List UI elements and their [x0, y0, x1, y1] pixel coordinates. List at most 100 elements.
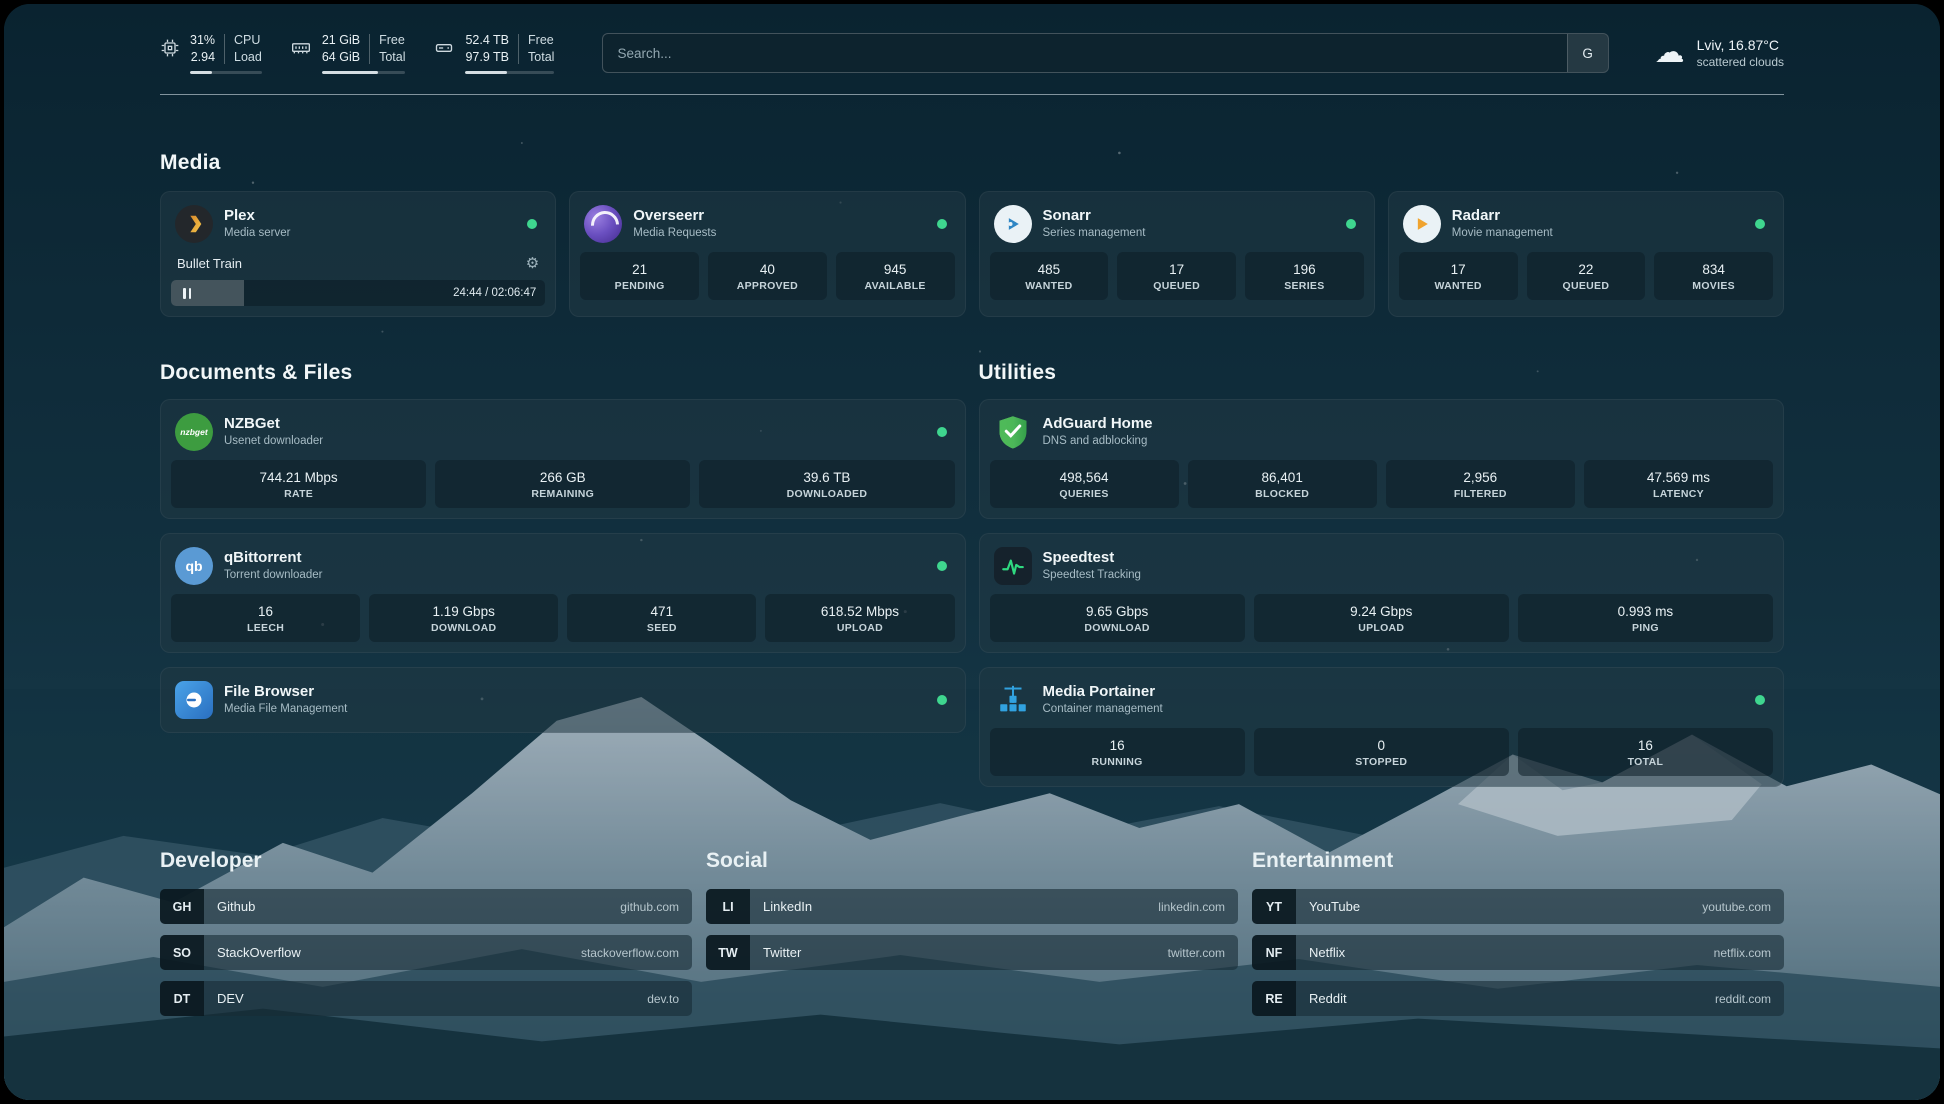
- service-subtitle: Container management: [1043, 702, 1163, 717]
- ram-free-label: Free: [379, 32, 405, 49]
- stat-filtered: 2,956 FILTERED: [1386, 460, 1575, 508]
- stat-leech: 16 LEECH: [171, 594, 360, 642]
- bookmark-domain: twitter.com: [1168, 946, 1238, 960]
- stat-label: UPLOAD: [767, 622, 952, 634]
- bookmark-github[interactable]: GH Github github.com: [160, 889, 692, 924]
- now-playing-title: Bullet Train: [177, 256, 242, 271]
- service-card-overseerr[interactable]: Overseerr Media Requests 21 PENDING 40 A…: [569, 191, 965, 317]
- bookmark-reddit[interactable]: RE Reddit reddit.com: [1252, 981, 1784, 1016]
- service-name: Plex: [224, 207, 290, 225]
- plex-icon: [175, 205, 213, 243]
- dashboard-screen: 31% 2.94 CPU Load: [4, 4, 1940, 1100]
- service-card-qbittorrent[interactable]: qb qBittorrent Torrent downloader 16 LEE…: [160, 533, 966, 653]
- service-card-sonarr[interactable]: Sonarr Series management 485 WANTED 17 Q…: [979, 191, 1375, 317]
- top-bar: 31% 2.94 CPU Load: [160, 4, 1784, 74]
- bookmark-group-social: Social LI LinkedIn linkedin.com TW Twitt…: [706, 849, 1238, 1027]
- bookmark-group-title: Social: [706, 849, 1238, 873]
- stat-value: 17: [1119, 261, 1234, 278]
- disk-total-label: Total: [528, 49, 554, 66]
- stat-wanted: 17 WANTED: [1399, 252, 1518, 300]
- search-input[interactable]: [603, 46, 1566, 61]
- stat-value: 16: [992, 737, 1243, 754]
- bookmark-name: Netflix: [1296, 945, 1345, 960]
- stat-label: APPROVED: [710, 280, 825, 292]
- service-subtitle: Movie management: [1452, 226, 1553, 241]
- stat-value: 471: [569, 603, 754, 620]
- nzbget-icon: nzbget: [175, 413, 213, 451]
- bookmark-groups: Developer GH Github github.com SO StackO…: [160, 849, 1784, 1027]
- playback-progress-bar[interactable]: 24:44 / 02:06:47: [171, 280, 545, 306]
- stat-label: WANTED: [992, 280, 1107, 292]
- stat-value: 16: [1520, 737, 1771, 754]
- bookmark-youtube[interactable]: YT YouTube youtube.com: [1252, 889, 1784, 924]
- bookmark-name: LinkedIn: [750, 899, 812, 914]
- ram-icon: [290, 38, 312, 63]
- bookmark-name: DEV: [204, 991, 244, 1006]
- ram-meter: [322, 71, 406, 74]
- bookmark-domain: reddit.com: [1715, 992, 1784, 1006]
- weather-condition: scattered clouds: [1697, 54, 1784, 70]
- service-card-filebrowser[interactable]: File Browser Media File Management: [160, 667, 966, 733]
- pause-icon[interactable]: [176, 284, 198, 302]
- stat-value: 40: [710, 261, 825, 278]
- stat-value: 21: [582, 261, 697, 278]
- service-name: Speedtest: [1043, 549, 1141, 567]
- service-card-plex[interactable]: Plex Media server Bullet Train ⚙ 24:44 /…: [160, 191, 556, 317]
- stat-running: 16 RUNNING: [990, 728, 1245, 776]
- bookmark-abbr: RE: [1252, 981, 1296, 1016]
- divider: [224, 34, 225, 64]
- stat-value: 834: [1656, 261, 1771, 278]
- bookmark-name: Reddit: [1296, 991, 1347, 1006]
- stat-value: 618.52 Mbps: [767, 603, 952, 620]
- stat-stopped: 0 STOPPED: [1254, 728, 1509, 776]
- stat-label: WANTED: [1401, 280, 1516, 292]
- cpu-label: CPU: [234, 32, 260, 49]
- stat-label: PING: [1520, 622, 1771, 634]
- bookmark-dev[interactable]: DT DEV dev.to: [160, 981, 692, 1016]
- stat-label: DOWNLOAD: [992, 622, 1243, 634]
- section-title-documents: Documents & Files: [160, 361, 966, 385]
- service-name: Radarr: [1452, 207, 1553, 225]
- service-card-portainer[interactable]: Media Portainer Container management 16 …: [979, 667, 1785, 787]
- cpu-widget: 31% 2.94 CPU Load: [160, 32, 262, 74]
- stat-rate: 744.21 Mbps RATE: [171, 460, 426, 508]
- bookmark-stackoverflow[interactable]: SO StackOverflow stackoverflow.com: [160, 935, 692, 970]
- stat-pending: 21 PENDING: [580, 252, 699, 300]
- status-dot: [527, 219, 537, 229]
- service-card-adguard[interactable]: AdGuard Home DNS and adblocking 498,564 …: [979, 399, 1785, 519]
- service-card-speedtest[interactable]: Speedtest Speedtest Tracking 9.65 Gbps D…: [979, 533, 1785, 653]
- cpu-meter: [190, 71, 262, 74]
- stat-remaining: 266 GB REMAINING: [435, 460, 690, 508]
- stat-value: 39.6 TB: [701, 469, 952, 486]
- bookmark-group-developer: Developer GH Github github.com SO StackO…: [160, 849, 692, 1027]
- bookmark-name: Github: [204, 899, 255, 914]
- service-card-radarr[interactable]: Radarr Movie management 17 WANTED 22 QUE…: [1388, 191, 1784, 317]
- bookmark-group-entertainment: Entertainment YT YouTube youtube.com NF …: [1252, 849, 1784, 1027]
- sonarr-icon: [994, 205, 1032, 243]
- ram-widget: 21 GiB 64 GiB Free Total: [290, 32, 406, 74]
- service-name: Media Portainer: [1043, 683, 1163, 701]
- status-dot: [1346, 219, 1356, 229]
- status-dot: [937, 561, 947, 571]
- bookmark-twitter[interactable]: TW Twitter twitter.com: [706, 935, 1238, 970]
- weather-location-temp: Lviv, 16.87°C: [1697, 36, 1779, 54]
- search-provider-button[interactable]: G: [1567, 34, 1608, 72]
- speedtest-icon: [994, 547, 1032, 585]
- stat-label: RUNNING: [992, 756, 1243, 768]
- stat-queries: 498,564 QUERIES: [990, 460, 1179, 508]
- stat-label: QUEUED: [1529, 280, 1644, 292]
- stat-download: 9.65 Gbps DOWNLOAD: [990, 594, 1245, 642]
- stat-value: 86,401: [1190, 469, 1375, 486]
- bookmark-abbr: SO: [160, 935, 204, 970]
- bookmark-netflix[interactable]: NF Netflix netflix.com: [1252, 935, 1784, 970]
- service-subtitle: Series management: [1043, 226, 1146, 241]
- status-dot: [1755, 219, 1765, 229]
- disk-total-value: 97.9 TB: [465, 49, 509, 66]
- bookmark-linkedin[interactable]: LI LinkedIn linkedin.com: [706, 889, 1238, 924]
- disk-widget: 52.4 TB 97.9 TB Free Total: [433, 32, 554, 74]
- service-card-nzbget[interactable]: nzbget NZBGet Usenet downloader 744.21 M…: [160, 399, 966, 519]
- stat-label: BLOCKED: [1190, 488, 1375, 500]
- stat-label: MOVIES: [1656, 280, 1771, 292]
- gear-icon[interactable]: ⚙: [526, 254, 539, 272]
- status-dot: [937, 219, 947, 229]
